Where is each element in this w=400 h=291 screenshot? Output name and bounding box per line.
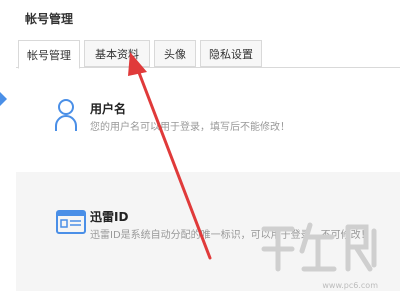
section-indicator-icon <box>0 92 7 106</box>
username-card: 用户名 您的用户名可以用于登录，填写后不能修改！ <box>16 70 400 170</box>
watermark-url: www.pc6.com <box>322 281 378 290</box>
xunlei-id-title: 迅雷ID <box>90 210 129 224</box>
id-card-icon <box>56 210 86 234</box>
tab-bar: 帐号管理 基本资料 头像 隐私设置 <box>0 40 400 69</box>
tab-privacy-settings[interactable]: 隐私设置 <box>200 40 262 67</box>
page-title: 帐号管理 <box>25 12 74 26</box>
tab-basic-info[interactable]: 基本资料 <box>84 40 150 67</box>
user-icon <box>55 99 77 131</box>
tab-account-management[interactable]: 帐号管理 <box>18 40 80 69</box>
tab-avatar[interactable]: 头像 <box>154 40 196 67</box>
username-title: 用户名 <box>90 102 127 116</box>
watermark-logo <box>261 222 377 272</box>
username-description: 您的用户名可以用于登录，填写后不能修改！ <box>90 122 290 133</box>
